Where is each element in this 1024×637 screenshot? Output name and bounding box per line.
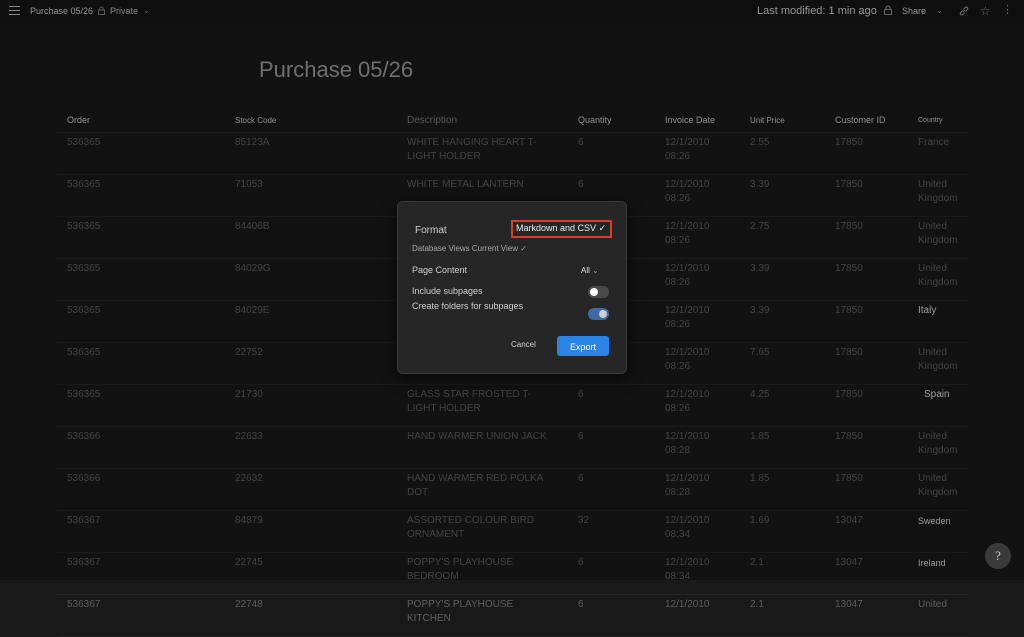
database-views-option[interactable]: Database Views Current View ✓ bbox=[412, 244, 527, 253]
format-dropdown[interactable]: Markdown and CSV ✓ bbox=[516, 223, 606, 234]
export-dialog: Format Markdown and CSV ✓ Database Views… bbox=[397, 201, 627, 374]
cancel-button[interactable]: Cancel bbox=[511, 340, 536, 349]
create-folders-toggle[interactable] bbox=[588, 308, 609, 320]
format-label: Format bbox=[415, 225, 447, 236]
toggle-knob bbox=[599, 310, 607, 318]
export-button[interactable]: Export bbox=[557, 336, 609, 356]
include-subpages-toggle[interactable] bbox=[588, 286, 609, 298]
page-content-value: All bbox=[581, 266, 590, 275]
page-content-label: Page Content bbox=[412, 265, 468, 275]
page-content-dropdown[interactable]: All ⌄ bbox=[581, 266, 599, 275]
include-subpages-label: Include subpages bbox=[412, 286, 483, 296]
cell-country[interactable]: United bbox=[908, 594, 969, 637]
chevron-down-icon: ⌄ bbox=[592, 266, 599, 275]
cell-unit-price[interactable]: 2.1 bbox=[740, 594, 825, 637]
format-value: Markdown and CSV bbox=[516, 223, 597, 233]
table-row[interactable]: 536367 22748 POPPY'S PLAYHOUSE KITCHEN 6… bbox=[57, 594, 969, 637]
toggle-knob bbox=[590, 288, 598, 296]
database-views-label: Database Views Current View bbox=[412, 244, 518, 253]
cell-customer-id[interactable]: 13047 bbox=[825, 594, 908, 637]
cell-order[interactable]: 536367 bbox=[57, 594, 225, 637]
help-button[interactable]: ? bbox=[985, 543, 1011, 569]
cell-quantity[interactable]: 6 bbox=[568, 594, 655, 637]
cell-stock-code[interactable]: 22748 bbox=[225, 594, 397, 637]
check-icon: ✓ bbox=[520, 244, 527, 253]
cell-invoice-date[interactable]: 12/1/2010 bbox=[655, 594, 740, 637]
create-folders-label: Create folders for subpages bbox=[412, 301, 524, 311]
check-icon: ✓ bbox=[598, 223, 607, 233]
cell-description[interactable]: POPPY'S PLAYHOUSE KITCHEN bbox=[397, 594, 568, 637]
